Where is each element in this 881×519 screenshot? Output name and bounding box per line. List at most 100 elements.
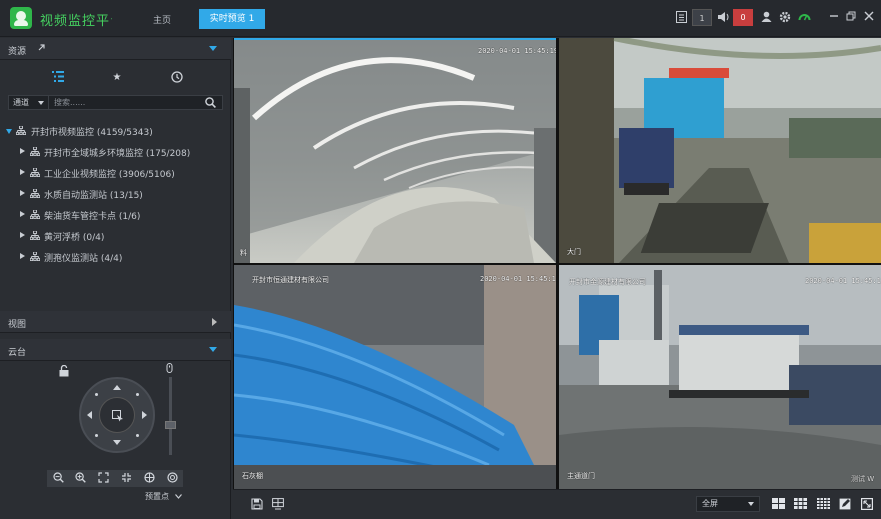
ptz-up-right-icon[interactable] — [136, 393, 139, 396]
resources-header-label: 资源 — [8, 47, 27, 57]
ptz-speed-slider[interactable] — [169, 377, 172, 455]
preset-label: 预置点 — [145, 492, 169, 501]
zoom-out-icon[interactable] — [52, 472, 65, 485]
tree-node-label: 开封市视频监控 (4159/5343) — [31, 128, 153, 138]
edit-layout-icon[interactable] — [839, 498, 852, 511]
ptz-speed-slider-handle[interactable] — [165, 421, 176, 429]
camera-overlay-title: 开封市恒通建材有限公司 — [252, 276, 329, 284]
tree-node[interactable]: 开封市全域城乡环境监控 (175/208) — [0, 143, 231, 161]
speaker-icon[interactable] — [716, 11, 730, 25]
expand-arrow-icon[interactable] — [20, 148, 25, 154]
video-cell-3[interactable]: 开封市恒通建材有限公司 2020-04-01 15:45:15 石灰棚 — [234, 265, 556, 489]
layout-9-grid-icon[interactable] — [794, 498, 807, 511]
ptz-direction-pad[interactable] — [79, 377, 155, 453]
tree-node-label: 水质自动监测站 (13/15) — [44, 191, 143, 201]
org-unit-icon — [30, 147, 40, 156]
tab-favorites-star-icon[interactable]: ★ — [110, 71, 124, 85]
camera-label: 大门 — [567, 248, 581, 256]
layout-16-grid-icon[interactable] — [817, 498, 830, 511]
view-section-header[interactable]: 视图 — [0, 311, 231, 333]
org-unit-icon — [16, 126, 26, 135]
collapse-ptz-icon[interactable] — [209, 347, 217, 352]
expand-arrow-icon[interactable] — [20, 232, 25, 238]
ptz-right-icon[interactable] — [142, 411, 147, 419]
save-icon[interactable] — [251, 498, 264, 511]
resource-search-bar: 通道 — [8, 95, 223, 110]
tree-node-label: 柴油货车管控卡点 (1/6) — [44, 212, 141, 222]
ptz-up-left-icon[interactable] — [95, 393, 98, 396]
expand-arrow-icon[interactable] — [20, 253, 25, 259]
layout-4-grid-icon[interactable] — [772, 498, 785, 511]
tab-history-clock-icon[interactable] — [170, 71, 184, 85]
ptz-toolbar — [47, 470, 183, 487]
alarm-count-badge[interactable]: 0 — [733, 9, 753, 26]
zoom-in-icon[interactable] — [74, 472, 87, 485]
chevron-down-icon — [174, 492, 182, 501]
expand-arrow-icon[interactable] — [6, 129, 12, 134]
tree-node[interactable]: 柴油货车管控卡点 (1/6) — [0, 206, 231, 224]
ptz-center-button[interactable] — [99, 397, 135, 433]
video-feed-warehouse — [234, 38, 556, 263]
unlock-icon[interactable] — [58, 364, 70, 377]
tree-node[interactable]: 水质自动监测站 (13/15) — [0, 185, 231, 203]
org-unit-icon — [30, 231, 40, 240]
ptz-down-icon[interactable] — [113, 440, 121, 445]
camera-corner-text: 测试 W — [851, 475, 875, 483]
camera-timestamp: 2020-04-01 15:45:15 — [805, 277, 881, 285]
camera-label: 主通道门 — [567, 472, 595, 480]
org-unit-icon — [30, 189, 40, 198]
iris-open-icon[interactable] — [143, 472, 156, 485]
preset-dropdown[interactable]: 预置点 — [145, 491, 182, 502]
screen-split-select[interactable]: 全屏 — [696, 496, 760, 512]
notification-count-badge[interactable]: 1 — [692, 9, 712, 26]
notification-list-icon[interactable] — [674, 11, 688, 25]
camera-timestamp: 2020-04-01 15:45:19 — [478, 47, 556, 55]
expand-arrow-icon[interactable] — [20, 190, 25, 196]
playback-grid-icon[interactable] — [272, 498, 285, 511]
expand-arrow-icon[interactable] — [20, 211, 25, 217]
popout-icon[interactable] — [37, 43, 46, 55]
video-feed-lime-shed — [234, 265, 556, 489]
bottom-toolbar: 全屏 — [233, 489, 881, 519]
expand-arrow-icon[interactable] — [20, 169, 25, 175]
video-cell-2[interactable]: 大门 — [559, 38, 881, 263]
tree-node[interactable]: 测孢仪监测站 (4/4) — [0, 248, 231, 266]
ptz-left-icon[interactable] — [87, 411, 92, 419]
video-feed-gate — [559, 38, 881, 263]
nav-home[interactable]: 主页 — [153, 13, 171, 26]
performance-gauge-icon[interactable] — [797, 11, 811, 25]
ptz-up-icon[interactable] — [113, 385, 121, 390]
ptz-down-right-icon[interactable] — [136, 434, 139, 437]
resources-section-header[interactable]: 资源 — [0, 38, 231, 60]
user-icon[interactable] — [759, 11, 773, 25]
tab-live-preview[interactable]: 实时预览 1 — [199, 9, 265, 29]
restore-window-icon[interactable] — [845, 11, 857, 23]
ptz-down-left-icon[interactable] — [95, 434, 98, 437]
left-panel: 资源 ★ 通道 开封市视频监控 (4159/5343) 开封市全域城乡环境监 — [0, 38, 231, 519]
ptz-header-label: 云台 — [8, 348, 27, 358]
view-header-label: 视图 — [8, 320, 27, 330]
focus-far-icon[interactable] — [120, 472, 133, 485]
iris-close-icon[interactable] — [166, 472, 179, 485]
fullscreen-icon[interactable] — [861, 498, 874, 511]
collapse-resources-icon[interactable] — [209, 46, 217, 51]
tree-node[interactable]: 黄河浮桥 (0/4) — [0, 227, 231, 245]
close-icon[interactable] — [863, 11, 875, 23]
minimize-icon[interactable] — [828, 11, 840, 23]
expand-view-icon[interactable] — [212, 318, 217, 326]
video-cell-1[interactable]: 2020-04-01 15:45:19 料 — [234, 38, 556, 263]
ptz-section-header[interactable]: 云台 — [0, 339, 231, 361]
video-cell-4[interactable]: 开封市金源建材有限公司 2020-04-01 15:45:15 主通道门 测试 … — [559, 265, 881, 489]
org-unit-icon — [30, 210, 40, 219]
tree-node[interactable]: 工业企业视频监控 (3906/5106) — [0, 164, 231, 182]
tab-tree-list-icon[interactable] — [51, 71, 65, 85]
tree-node-root[interactable]: 开封市视频监控 (4159/5343) — [0, 122, 231, 140]
search-type-select[interactable]: 通道 — [9, 96, 49, 109]
zoom-speed-icon — [164, 363, 175, 374]
video-grid: 2020-04-01 15:45:19 料 大门 开封市恒通建材有限公司 202… — [233, 38, 881, 489]
focus-near-icon[interactable] — [97, 472, 110, 485]
resource-search-input[interactable] — [54, 96, 202, 109]
gear-icon[interactable] — [778, 11, 792, 25]
search-icon[interactable] — [205, 97, 216, 108]
resource-tabs: ★ — [0, 68, 231, 88]
